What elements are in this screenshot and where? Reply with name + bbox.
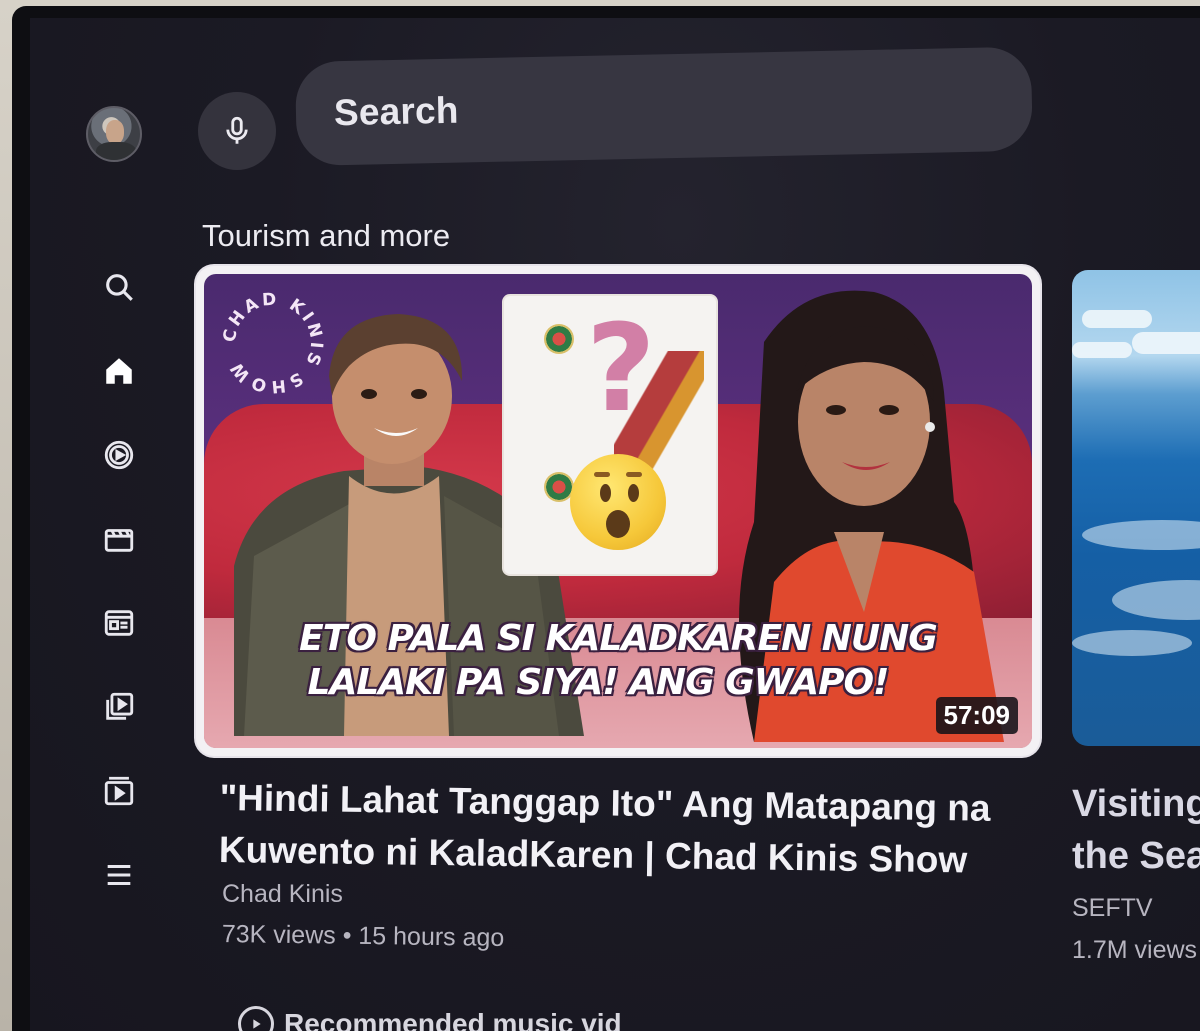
next-video-title: Visiting the Sea [1072,778,1200,882]
video-thumbnail: CHAD KINIS SHOW ? ETO PALA SI KALADKAREN… [204,274,1032,748]
next-video-title-line2: the Sea [1072,835,1200,877]
next-shelf-header: Recommended music vid [238,1006,622,1031]
channel-name: Chad Kinis [222,880,343,908]
avatar-face [106,120,124,144]
duration-badge: 57:09 [935,697,1018,734]
shelf-title: Tourism and more [202,218,451,253]
next-video-title-line1: Visiting [1072,783,1200,825]
account-avatar[interactable] [86,106,142,162]
voice-search-button[interactable] [198,92,276,170]
video-title-line2: Kuwento ni KaladKaren | Chad Kinis Show [218,828,968,881]
shorts-icon[interactable] [100,436,138,474]
playlist-icon[interactable] [100,772,138,810]
video-title: "Hindi Lahat Tanggap Ito" Ang Matapang n… [219,772,1040,887]
next-shelf-title: Recommended music vid [284,1008,622,1031]
next-video-meta: 1.7M views [1072,936,1198,964]
video-card-next[interactable] [1072,270,1200,746]
video-card-focused[interactable]: CHAD KINIS SHOW ? ETO PALA SI KALADKAREN… [196,266,1040,756]
youtube-tv-screen: Search Tourism and more CHAD KINIS SHOW [30,18,1200,1031]
subscriptions-icon[interactable] [100,604,138,642]
avatar-shirt [96,142,136,160]
menu-icon[interactable] [100,856,138,894]
music-icon [238,1006,274,1031]
thumbnail-caption-line1: ETO PALA SI KALADKAREN NUNG [299,618,938,659]
video-meta: 73K views • 15 hours ago [221,920,505,952]
movies-icon[interactable] [100,520,138,558]
search-input[interactable]: Search [294,46,1033,166]
library-icon[interactable] [100,688,138,726]
search-icon[interactable] [100,268,138,306]
next-channel-name: SEFTV [1072,894,1153,922]
surprised-emoji [570,454,666,550]
mic-icon [226,116,248,144]
search-placeholder: Search [333,89,460,134]
thumbnail-caption-line2: LALAKI PA SIYA! ANG GWAPO! [307,662,890,703]
home-icon[interactable] [100,352,138,390]
question-mark: ? [586,300,656,439]
seal-emblem [544,324,574,354]
